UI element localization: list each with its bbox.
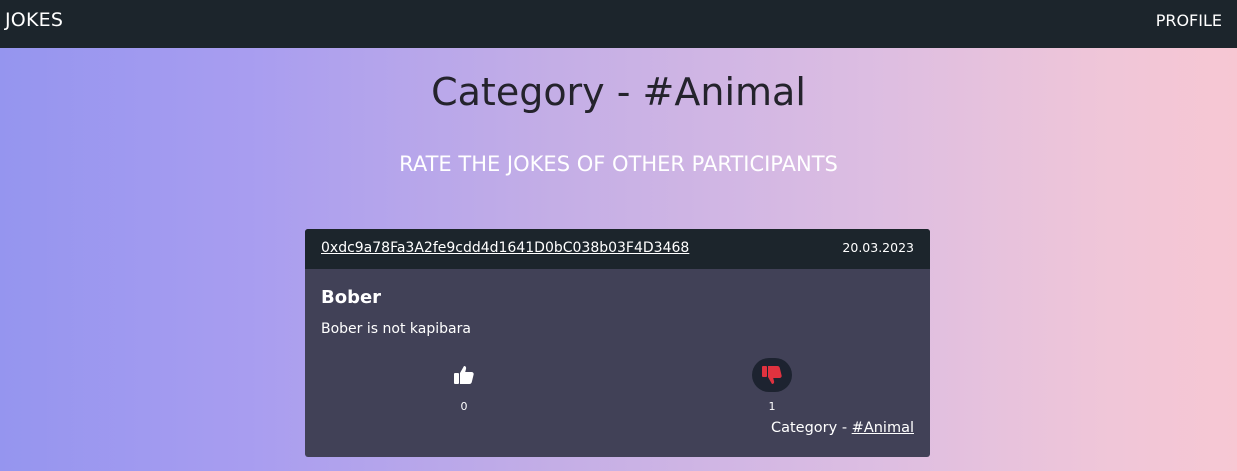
thumbs-down-icon (762, 366, 782, 384)
joke-category: Category - #Animal (771, 420, 914, 436)
category-prefix: Category - (770, 420, 852, 436)
page-subtitle: RATE THE JOKES OF OTHER PARTICIPANTS (399, 152, 838, 176)
like-count: 0 (460, 400, 468, 413)
thumbs-up-icon (454, 366, 474, 384)
joke-title: Bober (321, 287, 382, 308)
page-title: Category - #Animal (431, 70, 806, 114)
joke-date: 20.03.2023 (842, 240, 914, 255)
dislike-count: 1 (768, 400, 776, 413)
like-button[interactable] (444, 358, 484, 392)
profile-link[interactable]: PROFILE (1156, 11, 1222, 30)
author-address-link[interactable]: 0xdc9a78Fa3A2fe9cdd4d1641D0bC038b03F4D34… (321, 240, 689, 256)
dislike-button[interactable] (752, 358, 792, 392)
navbar: JOKES PROFILE (0, 0, 1237, 48)
joke-text: Bober is not kapibara (321, 321, 471, 337)
joke-card-header: 0xdc9a78Fa3A2fe9cdd4d1641D0bC038b03F4D34… (305, 229, 930, 269)
category-link[interactable]: #Animal (852, 420, 914, 436)
brand-logo[interactable]: JOKES (5, 9, 63, 31)
joke-card: 0xdc9a78Fa3A2fe9cdd4d1641D0bC038b03F4D34… (305, 229, 930, 457)
